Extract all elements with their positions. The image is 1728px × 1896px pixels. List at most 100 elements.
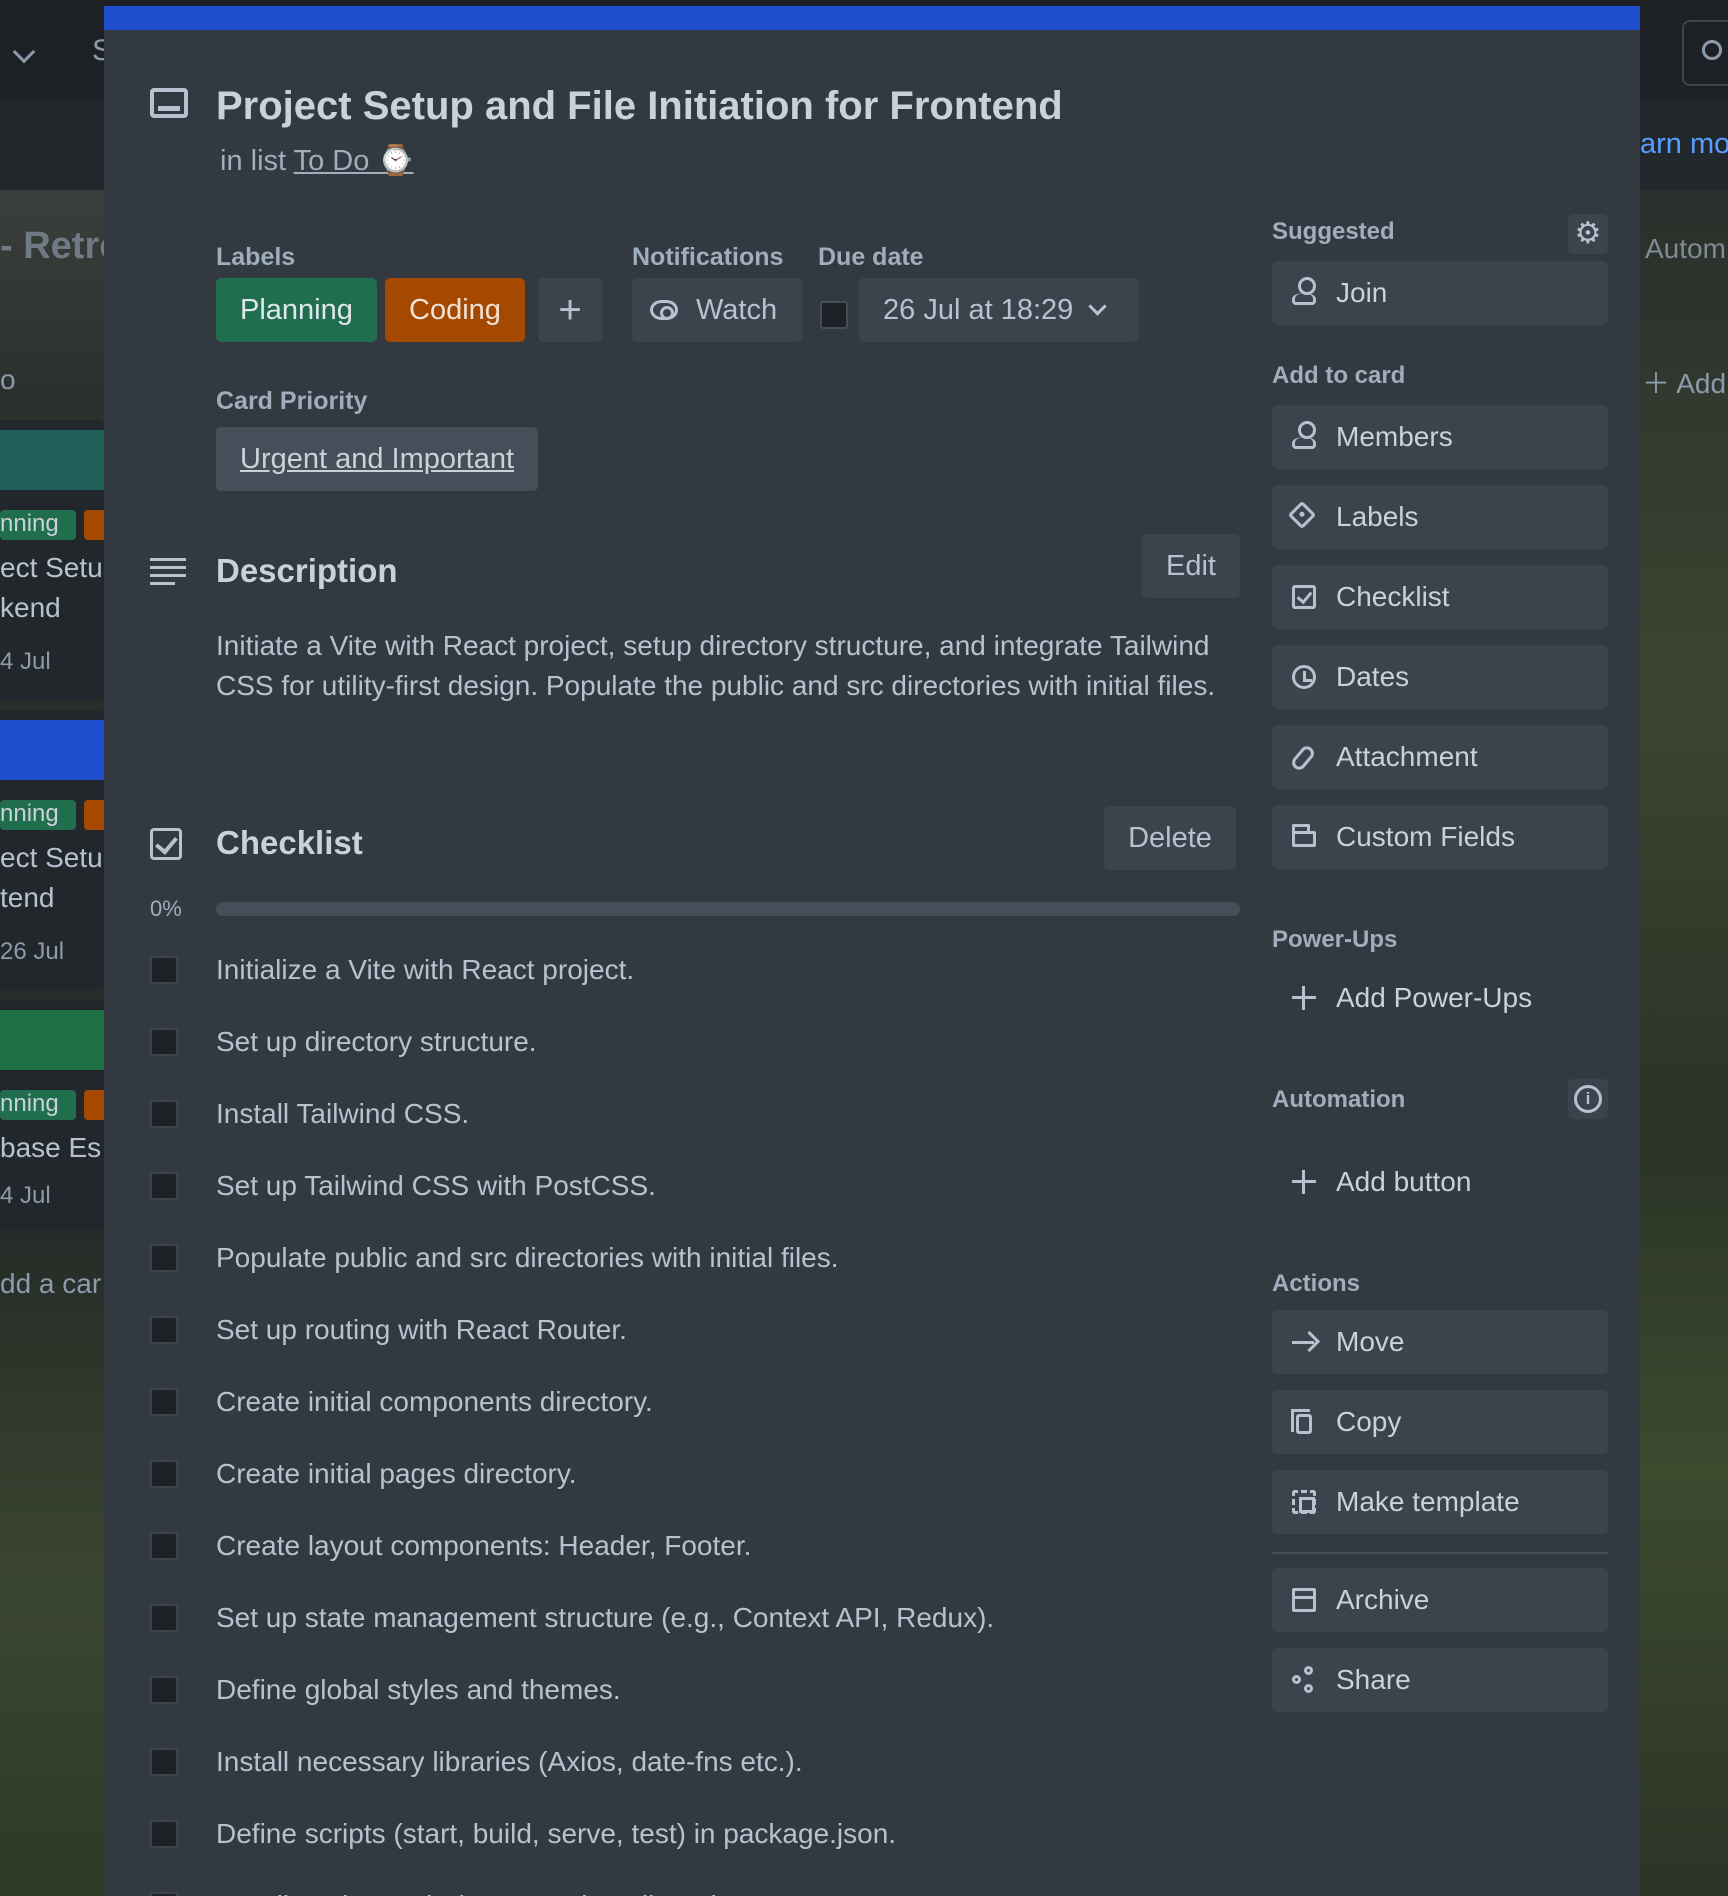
checklist-item[interactable]: Define scripts (start, build, serve, tes… — [150, 1798, 1250, 1870]
labels-label: Labels — [1336, 501, 1419, 532]
share-button[interactable]: Share — [1272, 1648, 1608, 1712]
description-heading: Description — [216, 552, 398, 589]
checklist-heading[interactable]: Checklist — [216, 824, 363, 862]
checklist-items: Initialize a Vite with React project. Set… — [150, 934, 1250, 1896]
power-ups-heading: Power-Ups — [1272, 926, 1398, 953]
card-detail-modal: Project Setup and File Initiation for Fr… — [104, 6, 1640, 1896]
card-label: nning — [0, 510, 76, 540]
card-cover-bar — [104, 6, 1640, 30]
due-date-button[interactable]: 26 Jul at 18:29 — [859, 278, 1139, 342]
checklist-item-checkbox[interactable] — [150, 1532, 178, 1560]
add-label-button[interactable]: + — [538, 278, 602, 342]
checklist-item-checkbox[interactable] — [150, 1892, 178, 1896]
join-button[interactable]: Join — [1272, 261, 1608, 325]
checklist-item-text[interactable]: Install Tailwind CSS. — [216, 1098, 469, 1130]
checklist-item-text[interactable]: Set up Tailwind CSS with PostCSS. — [216, 1170, 656, 1202]
checklist-item-checkbox[interactable] — [150, 1820, 178, 1848]
label-coding[interactable]: Coding — [385, 278, 525, 342]
checklist-item-text[interactable]: Define scripts (start, build, serve, tes… — [216, 1818, 896, 1850]
checklist-button[interactable]: Checklist — [1272, 565, 1608, 629]
checklist-item[interactable]: Create layout components: Header, Footer… — [150, 1510, 1250, 1582]
checklist-item-text[interactable]: Install testing tools (Jest, Testing Lib… — [216, 1890, 729, 1896]
card-label: nning — [0, 1090, 76, 1120]
custom-fields-icon — [1292, 824, 1316, 847]
checklist-item[interactable]: Define global styles and themes. — [150, 1654, 1250, 1726]
checklist-item-checkbox[interactable] — [150, 1748, 178, 1776]
delete-checklist-button[interactable]: Delete — [1104, 806, 1236, 870]
archive-icon — [1292, 1588, 1316, 1612]
checklist-item-text[interactable]: Populate public and src directories with… — [216, 1242, 839, 1274]
archive-button[interactable]: Archive — [1272, 1568, 1608, 1632]
card-label: nning — [0, 800, 76, 830]
board-card[interactable]: nning ect Setu tend 26 Jul — [0, 710, 114, 990]
archive-label: Archive — [1336, 1584, 1430, 1615]
checklist-item-checkbox[interactable] — [150, 1172, 178, 1200]
label-planning[interactable]: Planning — [216, 278, 377, 342]
checklist-item[interactable]: Set up Tailwind CSS with PostCSS. — [150, 1150, 1250, 1222]
card-cover — [0, 720, 104, 780]
checklist-item-checkbox[interactable] — [150, 1028, 178, 1056]
card-title[interactable]: Project Setup and File Initiation for Fr… — [216, 84, 1063, 129]
checklist-item[interactable]: Populate public and src directories with… — [150, 1222, 1250, 1294]
card-priority-heading: Card Priority — [216, 387, 368, 415]
dates-button[interactable]: Dates — [1272, 645, 1608, 709]
checklist-item-text[interactable]: Create layout components: Header, Footer… — [216, 1530, 751, 1562]
add-automation-button[interactable]: Add button — [1272, 1150, 1608, 1214]
checklist-item-checkbox[interactable] — [150, 1676, 178, 1704]
members-button[interactable]: Members — [1272, 405, 1608, 469]
checklist-item[interactable]: Install Tailwind CSS. — [150, 1078, 1250, 1150]
move-button[interactable]: Move — [1272, 1310, 1608, 1374]
add-card-button[interactable]: dd a car — [0, 1268, 104, 1300]
attachment-button[interactable]: Attachment — [1272, 725, 1608, 789]
checklist-item-checkbox[interactable] — [150, 1100, 178, 1128]
search-button[interactable] — [1682, 20, 1728, 86]
checklist-item[interactable]: Install necessary libraries (Axios, date… — [150, 1726, 1250, 1798]
learn-more-link[interactable]: arn mo — [1640, 128, 1728, 161]
checklist-item-text[interactable]: Create initial components directory. — [216, 1386, 653, 1418]
list-link[interactable]: To Do ⌚ — [294, 145, 414, 177]
gear-icon[interactable]: ⚙ — [1568, 214, 1608, 254]
checklist-item-checkbox[interactable] — [150, 1388, 178, 1416]
checklist-item[interactable]: Create initial pages directory. — [150, 1438, 1250, 1510]
board-card[interactable]: nning ect Setu kend 4 Jul — [0, 420, 114, 700]
custom-fields-button[interactable]: Custom Fields — [1272, 805, 1608, 869]
checklist-item[interactable]: Initialize a Vite with React project. — [150, 934, 1250, 1006]
checklist-item[interactable]: Create initial components directory. — [150, 1366, 1250, 1438]
info-button[interactable]: i — [1568, 1079, 1608, 1119]
suggested-heading: Suggested — [1272, 218, 1395, 245]
description-text[interactable]: Initiate a Vite with React project, setu… — [216, 626, 1246, 706]
checklist-item-checkbox[interactable] — [150, 1316, 178, 1344]
watch-button[interactable]: Watch — [632, 278, 802, 342]
checklist-item-text[interactable]: Set up routing with React Router. — [216, 1314, 627, 1346]
add-list-button[interactable]: ＋ Add — [1642, 362, 1726, 402]
checklist-item-text[interactable]: Initialize a Vite with React project. — [216, 954, 634, 986]
copy-button[interactable]: Copy — [1272, 1390, 1608, 1454]
edit-description-button[interactable]: Edit — [1142, 534, 1240, 598]
card-priority-field[interactable]: Urgent and Important — [216, 427, 539, 491]
checklist-item[interactable]: Set up state management structure (e.g.,… — [150, 1582, 1250, 1654]
checklist-item-text[interactable]: Set up state management structure (e.g.,… — [216, 1602, 994, 1634]
labels-button[interactable]: Labels — [1272, 485, 1608, 549]
eye-icon — [650, 300, 678, 320]
actions-divider — [1272, 1552, 1608, 1554]
add-list-label: Add — [1676, 368, 1727, 399]
add-power-ups-button[interactable]: Add Power-Ups — [1272, 966, 1608, 1030]
due-date-complete-checkbox[interactable] — [820, 301, 848, 329]
checklist-item-text[interactable]: Set up directory structure. — [216, 1026, 537, 1058]
checklist-item-text[interactable]: Install necessary libraries (Axios, date… — [216, 1746, 803, 1778]
make-template-button[interactable]: Make template — [1272, 1470, 1608, 1534]
checklist-item[interactable]: Set up routing with React Router. — [150, 1294, 1250, 1366]
automation-board-button[interactable]: Autom — [1645, 233, 1726, 265]
board-card[interactable]: nning base Es 4 Jul — [0, 1000, 114, 1230]
checklist-item-checkbox[interactable] — [150, 1604, 178, 1632]
checklist-item-checkbox[interactable] — [150, 1460, 178, 1488]
checklist-item-text[interactable]: Define global styles and themes. — [216, 1674, 621, 1706]
tag-icon — [1287, 500, 1317, 530]
checklist-item-checkbox[interactable] — [150, 1244, 178, 1272]
checklist-item-text[interactable]: Create initial pages directory. — [216, 1458, 577, 1490]
description-icon — [150, 558, 186, 586]
checklist-item[interactable]: Set up directory structure. — [150, 1006, 1250, 1078]
checklist-item[interactable]: Install testing tools (Jest, Testing Lib… — [150, 1870, 1250, 1896]
checklist-item-checkbox[interactable] — [150, 956, 178, 984]
info-icon: i — [1574, 1085, 1602, 1113]
